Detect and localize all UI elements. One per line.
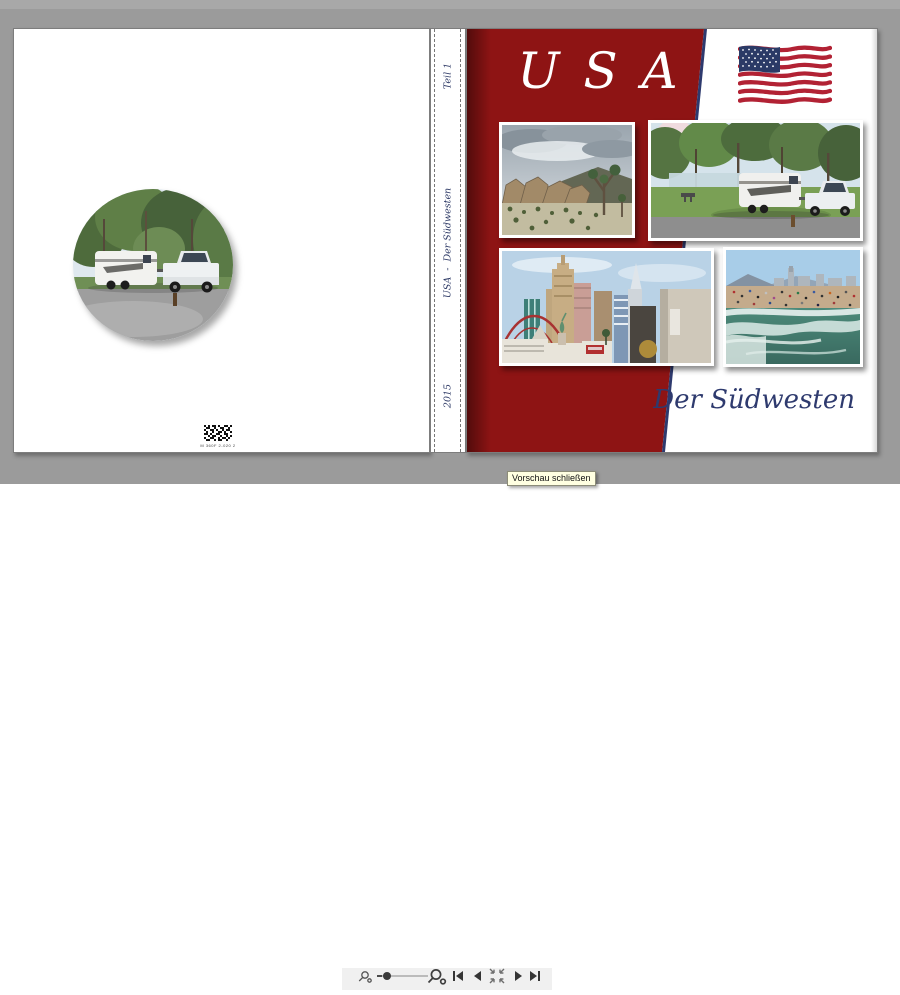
photo-campground-truck-trailer xyxy=(648,120,863,241)
us-flag-icon xyxy=(738,44,832,107)
spine-year-label: 2015 xyxy=(443,384,454,408)
cover-title: U S A xyxy=(497,44,702,99)
preview-toolbar xyxy=(342,968,552,990)
spine: Teil 1 USA - Der Südwesten 2015 xyxy=(430,28,466,453)
zoom-slider-handle[interactable] xyxy=(383,972,391,980)
next-page-button[interactable] xyxy=(515,971,522,981)
back-cover-oval-photo-truck-trailer xyxy=(73,189,233,341)
zoom-slider[interactable] xyxy=(377,972,428,980)
zoom-in-button[interactable] xyxy=(429,970,446,984)
barcode-caption: M 360F 2-020 2 xyxy=(195,443,241,448)
preview-workspace: M 360F 2-020 2 Teil 1 USA - Der Südweste… xyxy=(0,0,900,484)
photo-beach-waves xyxy=(723,247,863,367)
tooltip-close-preview: Vorschau schließen xyxy=(507,471,596,486)
cover-subtitle: Der Südwesten xyxy=(653,385,855,415)
cover-fold-shadow xyxy=(467,29,491,452)
bottom-bar xyxy=(0,484,900,506)
last-page-button[interactable] xyxy=(530,971,540,981)
spine-title-label: USA - Der Südwesten xyxy=(443,188,454,298)
spine-fold-line-left xyxy=(434,29,435,452)
photo-las-vegas-skyline xyxy=(499,248,714,366)
back-cover-page: M 360F 2-020 2 xyxy=(13,28,430,453)
workspace-top-band xyxy=(0,0,900,9)
front-cover-page: U S A xyxy=(466,28,878,453)
first-page-button[interactable] xyxy=(453,971,463,981)
photo-joshua-tree-desert xyxy=(499,122,635,238)
spine-part-label: Teil 1 xyxy=(443,63,454,89)
close-preview-button[interactable] xyxy=(490,969,504,983)
barcode xyxy=(204,425,232,442)
previous-page-button[interactable] xyxy=(474,971,481,981)
spine-fold-line-right xyxy=(460,29,461,452)
zoom-out-button[interactable] xyxy=(359,972,371,982)
cover-right-edge-shade xyxy=(871,29,877,452)
